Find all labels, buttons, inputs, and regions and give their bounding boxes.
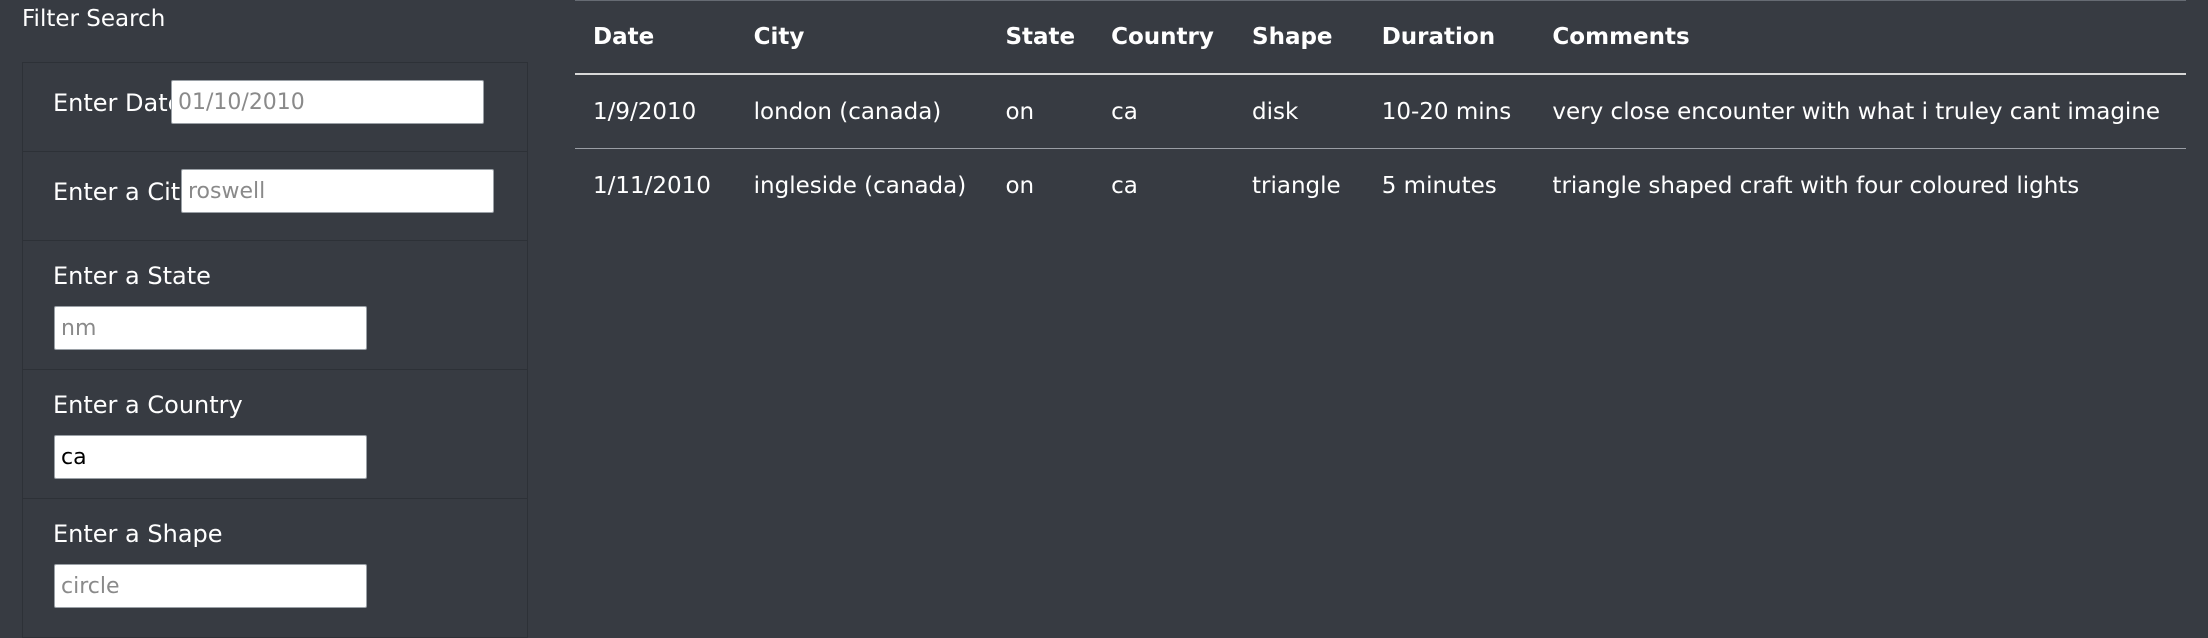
cell-shape: disk <box>1234 74 1364 149</box>
date-input[interactable] <box>171 80 484 124</box>
cell-city: london (canada) <box>735 74 988 149</box>
cell-state: on <box>1005 172 1035 199</box>
state-label: Enter a State <box>53 262 211 290</box>
cell-comments: very close encounter with what i truley … <box>1534 74 2186 149</box>
date-label: Enter Date <box>53 89 183 117</box>
cell-duration: 5 minutes <box>1381 172 1497 199</box>
state-input[interactable] <box>54 306 367 350</box>
filter-group-state: Enter a State <box>22 240 528 369</box>
results-panel: Date City State Country Shape Duration C… <box>575 0 2186 222</box>
cell-comments: triangle shaped craft with four coloured… <box>1552 172 2080 199</box>
country-label: Enter a Country <box>53 391 243 419</box>
cell-country: ca <box>1093 74 1234 149</box>
filter-group-city: Enter a City <box>22 151 528 240</box>
cell-state: on <box>987 74 1094 149</box>
header-date: Date <box>575 0 736 75</box>
header-shape: Shape <box>1234 0 1364 75</box>
header-comments: Comments <box>1534 0 2186 75</box>
filter-group-date: Enter Date <box>22 62 528 151</box>
cell-date: 1/9/2010 <box>575 74 736 149</box>
header-city: City <box>735 0 988 75</box>
ufo-table: Date City State Country Shape Duration C… <box>575 0 2186 222</box>
country-input[interactable] <box>54 435 367 479</box>
cell-date: 1/11/2010 <box>593 172 711 199</box>
city-label: Enter a City <box>53 178 195 206</box>
city-input[interactable] <box>181 169 494 213</box>
header-country: Country <box>1093 0 1234 75</box>
cell-city: ingleside (canada) <box>753 172 967 199</box>
filter-group-country: Enter a Country <box>22 369 528 498</box>
cell-duration: 10-20 mins <box>1363 74 1535 149</box>
filter-sidebar: Filter Search Enter Date Enter a City En… <box>0 0 560 638</box>
shape-input[interactable] <box>54 564 367 608</box>
filter-group-shape: Enter a Shape <box>22 498 528 638</box>
table-row: 1/9/2010 london (canada) on ca disk 10-2… <box>575 74 2186 149</box>
header-duration: Duration <box>1363 0 1535 75</box>
cell-shape: triangle <box>1252 172 1341 199</box>
table-header-row: Date City State Country Shape Duration C… <box>575 0 2186 75</box>
table-row: 1/11/2010 ingleside (canada) on ca trian… <box>575 149 2186 223</box>
header-state: State <box>987 0 1094 75</box>
cell-country: ca <box>1111 172 1138 199</box>
filter-title: Filter Search <box>22 6 166 32</box>
shape-label: Enter a Shape <box>53 520 223 548</box>
